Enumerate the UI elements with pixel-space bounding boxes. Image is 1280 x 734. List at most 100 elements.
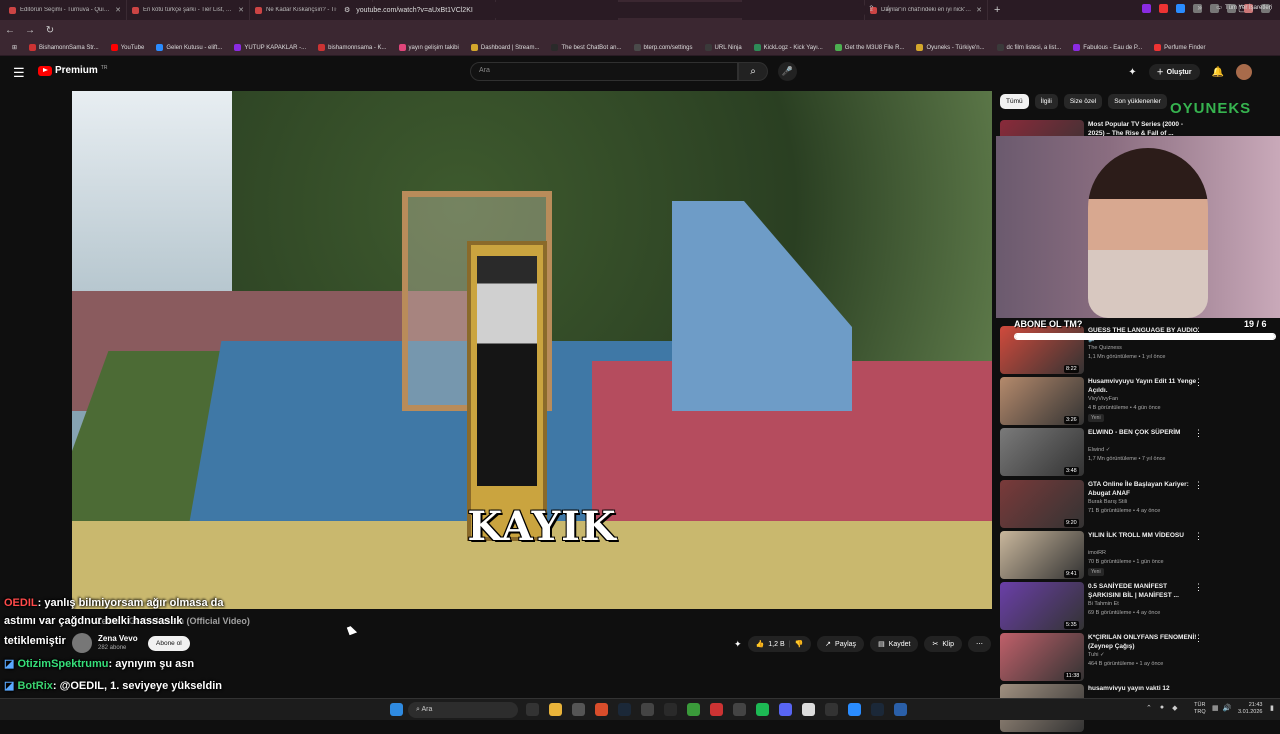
- app-icon[interactable]: [733, 703, 746, 716]
- recommended-video-channel[interactable]: Tuhi ✓: [1088, 652, 1105, 658]
- more-vertical-icon[interactable]: ⋮: [1194, 582, 1203, 593]
- bookmark-item[interactable]: YUTUP KAPAKLAR -...: [228, 44, 312, 51]
- recommended-video-channel[interactable]: Elwind ✓: [1088, 447, 1110, 453]
- windows-start-icon[interactable]: [390, 703, 403, 716]
- app-icon[interactable]: [641, 703, 654, 716]
- brave-browser-icon[interactable]: [595, 703, 608, 716]
- forward-icon[interactable]: →: [20, 25, 40, 36]
- keyboard-language[interactable]: TÜR TRQ: [1194, 702, 1206, 716]
- bookmark-item[interactable]: Get the M3U8 File R...: [829, 44, 911, 51]
- youtube-premium-logo[interactable]: Premium TR: [38, 65, 107, 76]
- taskbar-clock[interactable]: 21:43 3.01.2026: [1238, 702, 1262, 716]
- more-vertical-icon[interactable]: ⋮: [1194, 633, 1203, 644]
- browser-tab[interactable]: En kötü türkçe şarkı - Tier List, Kör S.…: [127, 0, 250, 20]
- channel-name[interactable]: Zena Vevo: [98, 634, 138, 643]
- like-button[interactable]: 👍 1,2 B | 👎: [747, 636, 812, 652]
- tray-app-icon[interactable]: ◆: [1172, 704, 1177, 712]
- recommended-video-title[interactable]: YILIN İLK TROLL MM VİDEOSU: [1088, 531, 1198, 540]
- xbox-icon[interactable]: [687, 703, 700, 716]
- video-player[interactable]: KAYIK: [72, 91, 992, 609]
- notifications-icon[interactable]: ▮: [1270, 704, 1274, 712]
- extension-icon[interactable]: [1176, 4, 1185, 13]
- bookmark-item[interactable]: BishamonnSama Str...: [23, 44, 105, 51]
- recommended-video-title[interactable]: GTA Online İle Başlayan Kariyer: Abugat …: [1088, 480, 1198, 498]
- more-actions-button[interactable]: ⋯: [968, 636, 992, 652]
- more-vertical-icon[interactable]: ⋮: [1194, 377, 1203, 388]
- filter-chip[interactable]: İlgili: [1034, 94, 1058, 109]
- steam-icon[interactable]: [618, 703, 631, 716]
- recommended-video-channel[interactable]: Burak Barış Stili: [1088, 499, 1127, 505]
- search-input[interactable]: Ara: [470, 62, 738, 81]
- recommended-video-title[interactable]: 0.5 SANİYEDE MANİFEST ŞARKISINI BİL | MA…: [1088, 582, 1198, 600]
- recommended-video-channel[interactable]: imoiRR: [1088, 550, 1106, 556]
- app-icon[interactable]: [825, 703, 838, 716]
- save-button[interactable]: ▤ Kaydet: [870, 636, 919, 652]
- app-icon[interactable]: [894, 703, 907, 716]
- new-tab-icon[interactable]: +: [994, 4, 1000, 16]
- discord-icon[interactable]: [779, 703, 792, 716]
- bookmark-item[interactable]: URL Ninja: [699, 44, 748, 51]
- recommended-video[interactable]: 3:48 ELWIND - BEN ÇOK SÜPERİM Elwind ✓ 1,7 …: [1000, 428, 1280, 478]
- more-bookmarks-icon[interactable]: »: [1198, 3, 1202, 12]
- recommended-video-channel[interactable]: The Quizness: [1088, 345, 1122, 351]
- bookmark-item[interactable]: bterp.com/settings: [628, 44, 699, 51]
- task-view-icon[interactable]: [526, 703, 539, 716]
- edge-icon[interactable]: [848, 703, 861, 716]
- ai-sparkle-icon[interactable]: ✦: [734, 639, 742, 650]
- channel-avatar[interactable]: [72, 633, 92, 653]
- filter-chip[interactable]: Size özel: [1063, 94, 1103, 109]
- bookmark-item[interactable]: Oyuneks - Türkiye'n...: [910, 44, 990, 51]
- bookmark-item[interactable]: bishamonnsama - K...: [312, 44, 392, 51]
- create-button[interactable]: ＋ Oluştur: [1148, 64, 1200, 80]
- app-icon[interactable]: [572, 703, 585, 716]
- clip-button[interactable]: ✂ Klip: [924, 636, 963, 652]
- bookmark-item[interactable]: KickLogz - Kick Yayı...: [748, 44, 829, 51]
- spotify-icon[interactable]: [756, 703, 769, 716]
- file-explorer-icon[interactable]: [549, 703, 562, 716]
- filter-chip[interactable]: Son yüklenenler: [1108, 94, 1167, 109]
- bookmark-item[interactable]: dc film listesi, a list...: [991, 44, 1068, 51]
- filter-chip[interactable]: Tümü: [1000, 94, 1029, 109]
- browser-tab[interactable]: Editörün Seçimi - Turnuva - Quizei ✕: [4, 0, 127, 20]
- close-tab-icon[interactable]: ✕: [238, 6, 244, 14]
- bookmark-item[interactable]: The best ChatBot an...: [545, 44, 627, 51]
- hamburger-menu-icon[interactable]: ☰: [13, 65, 25, 81]
- taskbar-search-input[interactable]: ⌕ Ara: [408, 702, 518, 718]
- recommended-video-title[interactable]: husamvivyu yayın vakti 12: [1088, 684, 1198, 693]
- search-icon[interactable]: ⌕: [738, 62, 768, 81]
- bookmark-item[interactable]: Fabulous - Eau de P...: [1067, 44, 1148, 51]
- notepad-icon[interactable]: [802, 703, 815, 716]
- share-page-icon[interactable]: ⇪: [868, 4, 875, 13]
- obs-icon[interactable]: [664, 703, 677, 716]
- bookmark-star-icon[interactable]: ☆: [885, 4, 892, 13]
- all-bookmarks-button[interactable]: ▭ Tüm Yer İşaretleri: [1216, 4, 1272, 12]
- recommended-video-title[interactable]: ELWIND - BEN ÇOK SÜPERİM: [1088, 428, 1198, 437]
- bookmark-item[interactable]: YouTube: [105, 44, 151, 51]
- microphone-icon[interactable]: 🎤: [778, 62, 797, 81]
- recommended-video[interactable]: 11:38 K*ÇIRILAN ONLYFANS FENOMENİ! (Zeyne…: [1000, 633, 1280, 683]
- address-bar[interactable]: ⚙ youtube.com/watch?v=aUxBt1VCl2KI: [336, 2, 866, 18]
- bookmark-item[interactable]: Perfume Finder: [1148, 44, 1211, 51]
- bookmark-item[interactable]: Dashboard | Stream...: [465, 44, 546, 51]
- ai-sparkle-icon[interactable]: ✦: [1128, 67, 1136, 78]
- recommended-video[interactable]: 9:20 GTA Online İle Başlayan Kariyer: Abu…: [1000, 480, 1280, 530]
- recommended-video-title[interactable]: Husamvivyuyu Yayın Edit 11 Yenge Açıldı.: [1088, 377, 1198, 395]
- more-vertical-icon[interactable]: ⋮: [1194, 531, 1203, 542]
- back-icon[interactable]: ←: [0, 25, 20, 36]
- avatar[interactable]: [1236, 64, 1252, 80]
- apps-grid-icon[interactable]: ⊞: [6, 44, 23, 51]
- thumbs-down-icon[interactable]: 👎: [794, 640, 803, 648]
- extension-icon[interactable]: [1142, 4, 1151, 13]
- subscribe-button[interactable]: Abone ol: [148, 636, 190, 651]
- close-tab-icon[interactable]: ✕: [115, 6, 121, 14]
- recommended-video-channel[interactable]: Bi Tahmin Et: [1088, 601, 1119, 607]
- recommended-video[interactable]: 5:35 0.5 SANİYEDE MANİFEST ŞARKISINI BİL …: [1000, 582, 1280, 632]
- recommended-video[interactable]: 3:26 Husamvivyuyu Yayın Edit 11 Yenge Açı…: [1000, 377, 1280, 427]
- more-vertical-icon[interactable]: ⋮: [1194, 480, 1203, 491]
- site-info-icon[interactable]: ⚙: [344, 6, 350, 14]
- share-button[interactable]: ↗ Paylaş: [817, 636, 865, 652]
- extension-icon[interactable]: [1159, 4, 1168, 13]
- tray-status-icons[interactable]: ▦ 🔊: [1212, 704, 1231, 712]
- app-icon[interactable]: [710, 703, 723, 716]
- bookmark-item[interactable]: yayın gelişim takibi: [393, 44, 465, 51]
